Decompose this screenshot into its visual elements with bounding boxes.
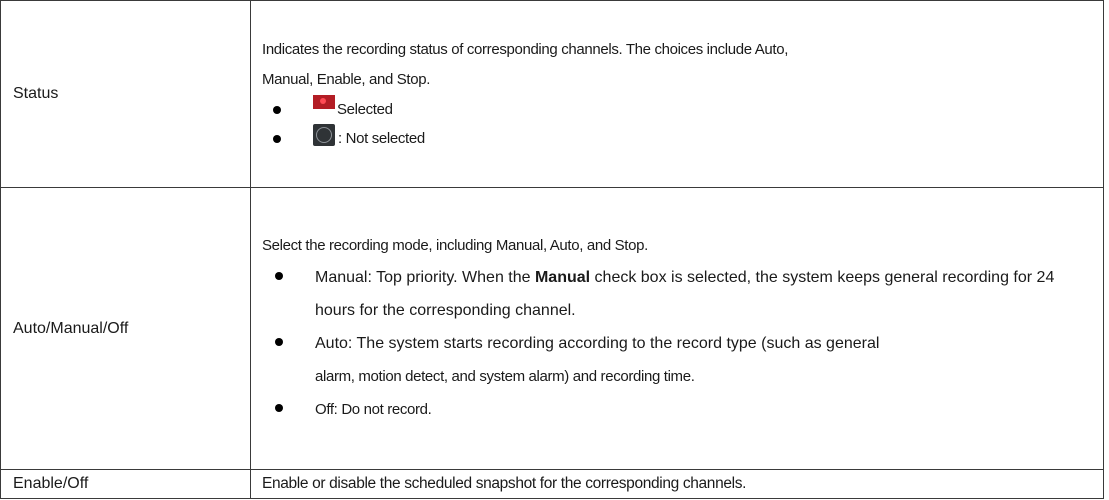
param-name-enable-off: Enable/Off [0, 469, 251, 499]
bullet-icon [273, 106, 281, 114]
auto-description: Auto: The system starts recording accord… [315, 327, 879, 393]
table-row-enable-off: Enable/Off Enable or disable the schedul… [0, 469, 1104, 499]
list-item-auto: Auto: The system starts recording accord… [262, 327, 1093, 393]
auto-line-2: alarm, motion detect, and system alarm) … [315, 368, 695, 385]
param-name-status: Status [0, 0, 251, 188]
list-item-manual: Manual: Top priority. When the Manual ch… [262, 261, 1093, 327]
selected-status-icon [313, 95, 335, 109]
manual-description: Manual: Top priority. When the Manual ch… [315, 261, 1093, 327]
manual-bold-term: Manual [534, 269, 591, 286]
list-item-selected: Selected [262, 95, 1093, 124]
manual-term: Manual [315, 269, 368, 286]
list-item-off: Off: Do not record. [262, 393, 1093, 426]
list-item-not-selected: : Not selected [262, 124, 1093, 153]
not-selected-label: : Not selected [338, 130, 425, 147]
param-desc-enable-off: Enable or disable the scheduled snapshot… [250, 469, 1104, 499]
selected-label: Selected [337, 101, 393, 118]
bullet-icon [275, 338, 283, 346]
auto-line-1: Auto: The system starts recording accord… [315, 335, 880, 352]
table-row-status: Status Indicates the recording status of… [0, 0, 1104, 188]
status-intro-line: Indicates the recording status of corres… [262, 41, 789, 58]
status-intro-line-2: Manual, Enable, and Stop. [262, 71, 431, 88]
not-selected-status-icon [313, 124, 335, 146]
off-description: Off: Do not record. [315, 401, 432, 418]
param-desc-status: Indicates the recording status of corres… [250, 0, 1104, 188]
param-desc-auto-manual-off: Select the recording mode, including Man… [250, 187, 1104, 470]
bullet-icon [273, 135, 281, 143]
bullet-icon [275, 272, 283, 280]
parameter-table: Status Indicates the recording status of… [0, 0, 1104, 499]
manual-pre-text: : Top priority. When the [367, 269, 535, 286]
mode-intro-line: Select the recording mode, including Man… [262, 237, 648, 254]
table-row-auto-manual-off: Auto/Manual/Off Select the recording mod… [0, 187, 1104, 470]
param-name-auto-manual-off: Auto/Manual/Off [0, 187, 251, 470]
bullet-icon [275, 404, 283, 412]
